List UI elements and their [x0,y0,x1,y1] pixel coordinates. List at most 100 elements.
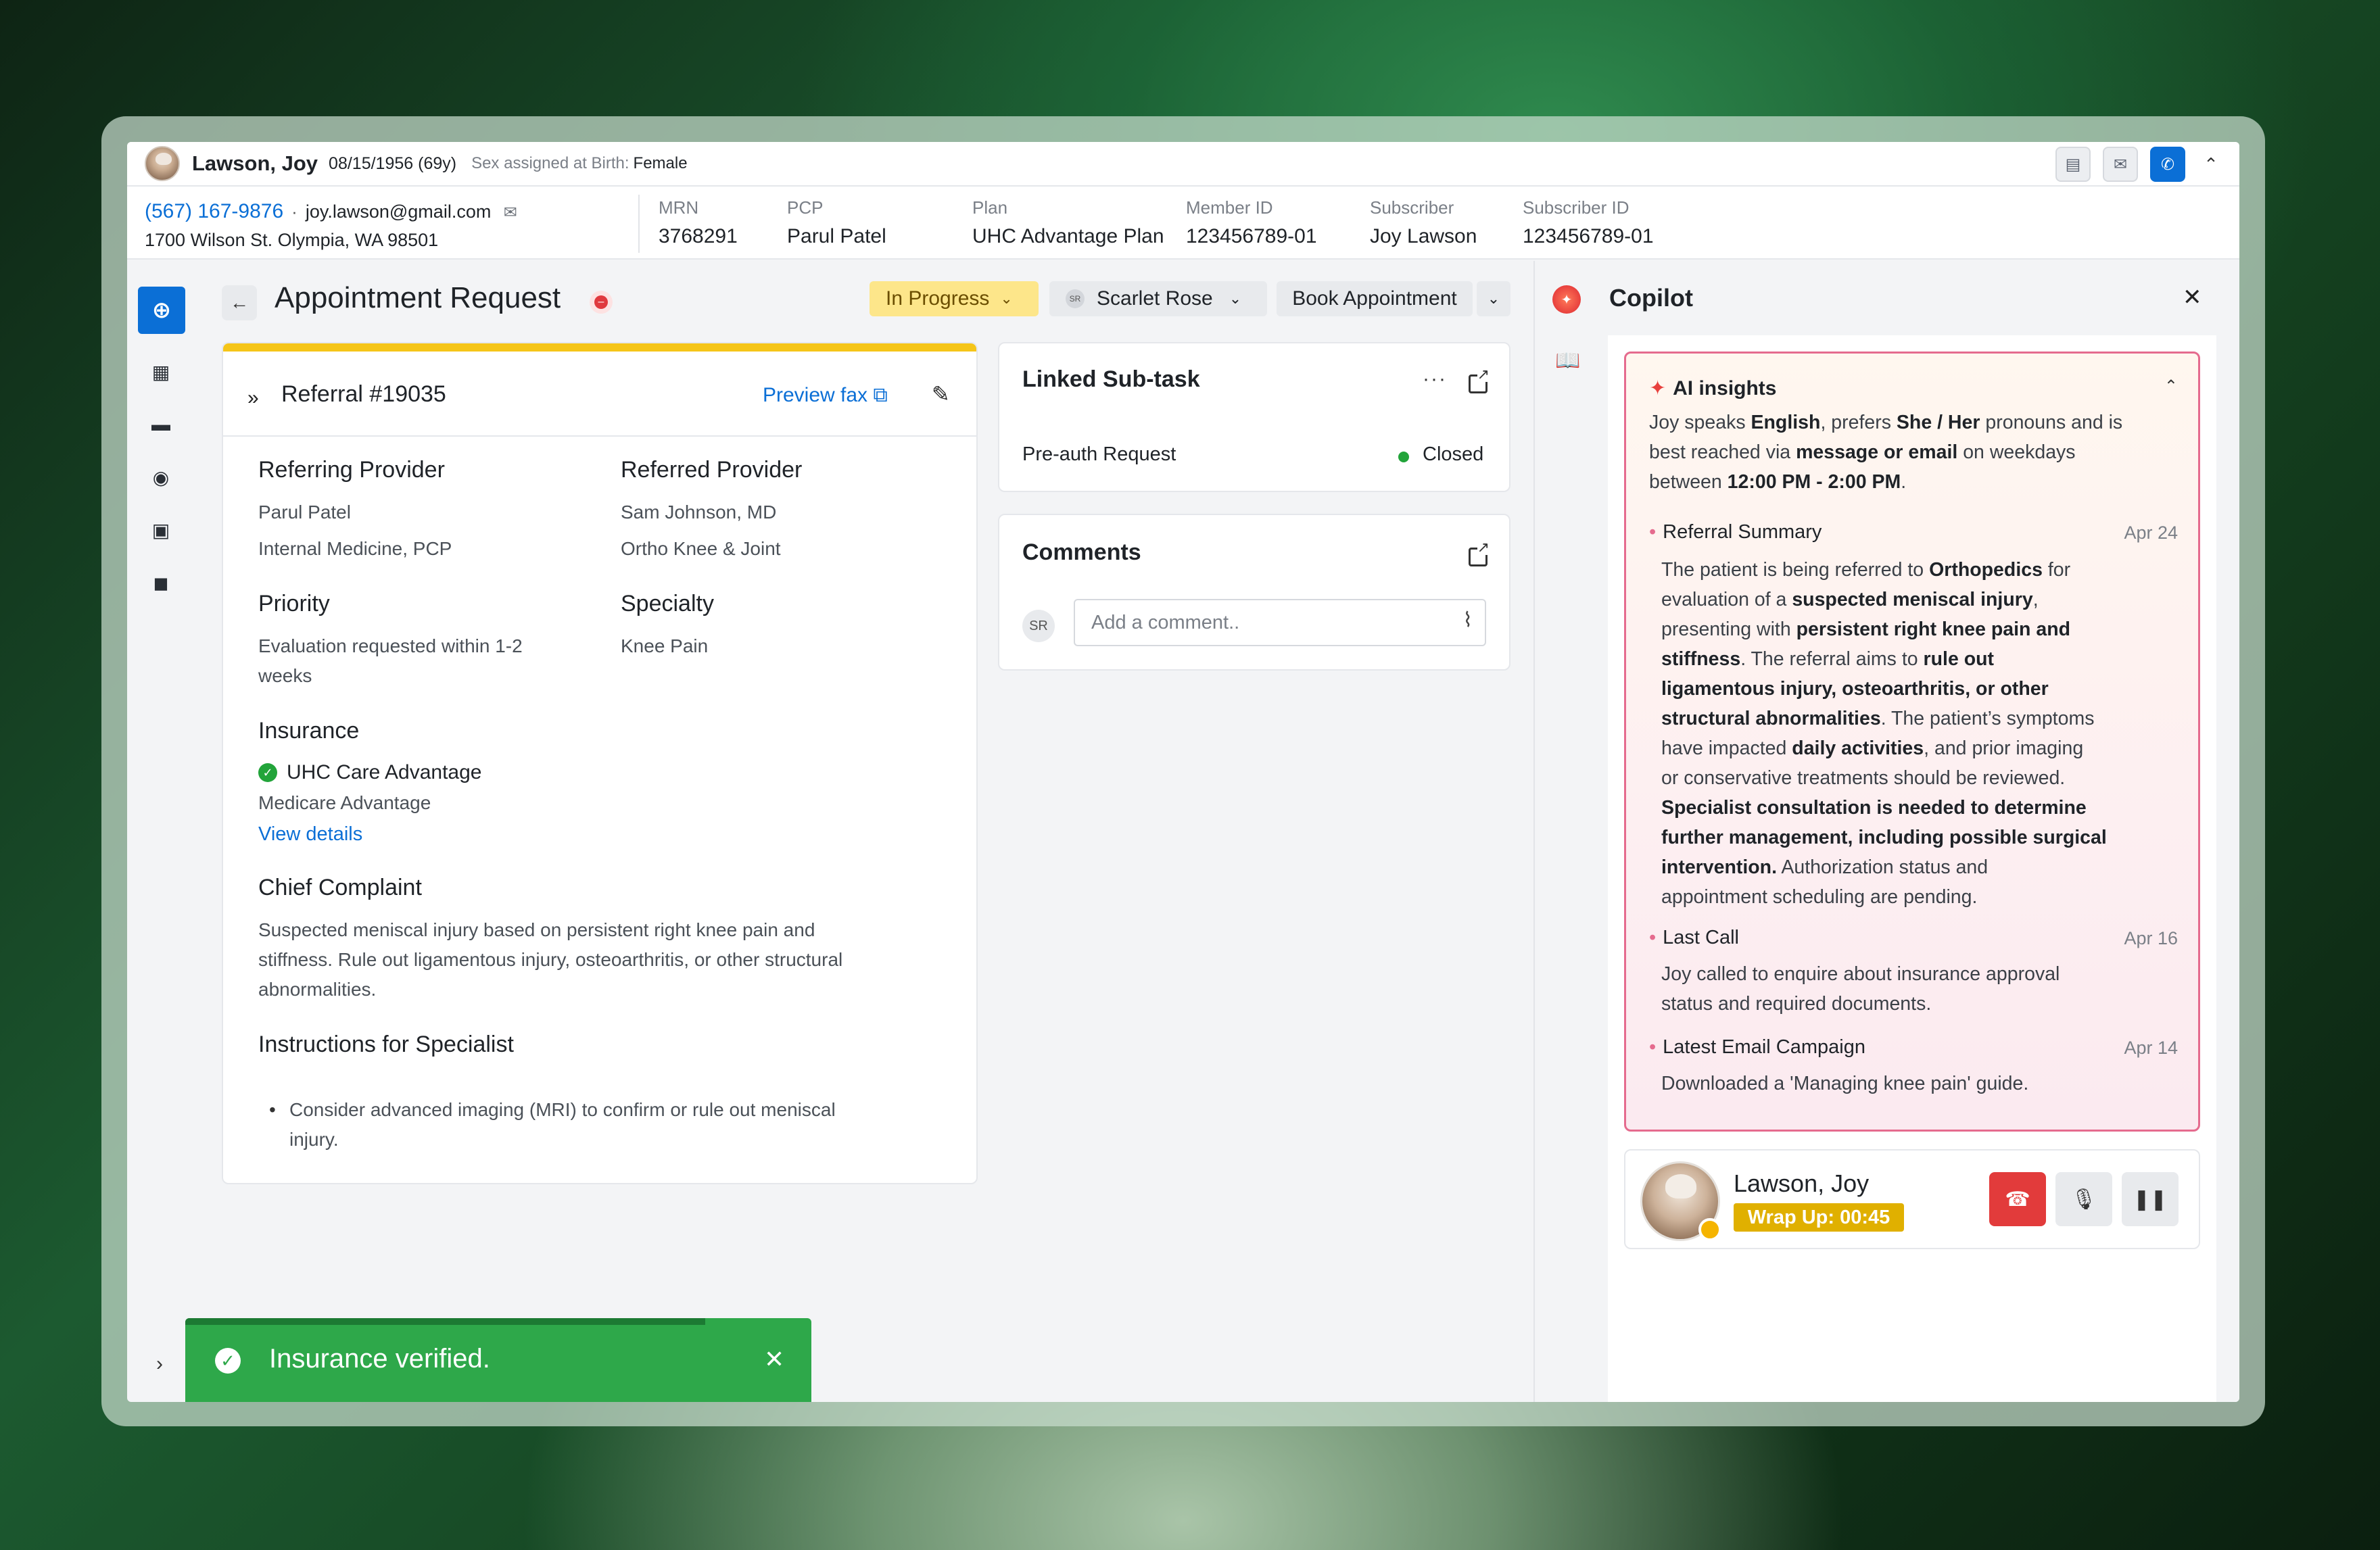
patient-header: Lawson, Joy 08/15/1956 (69y) Sex assigne… [127,142,2239,187]
knowledge-book-icon[interactable]: 📖 [1555,349,1580,372]
open-external-icon[interactable] [1469,367,1490,393]
tasks-nav[interactable]: ▦ [146,357,176,387]
collapse-header-button[interactable]: ⌃ [2197,147,2224,182]
assignee-dropdown[interactable]: SR Scarlet Rose ⌄ [1049,281,1267,316]
subtask-title: Linked Sub-task [1022,366,1200,392]
priority-line-2: weeks [258,665,312,686]
caller-name: Lawson, Joy [1734,1169,1870,1197]
hang-up-button[interactable]: ☎ [1989,1172,2046,1226]
ai-insights-card: ✦ AI insights ⌃ Joy speaks English, prefe… [1624,352,2200,1132]
assignee-avatar: SR [1066,289,1085,308]
patient-address: 1700 Wilson St. Olympia, WA 98501 [145,230,439,250]
chat-bubbles-icon: ◼ [153,572,169,594]
chevron-down-icon: ⌄ [1229,290,1242,307]
expand-icon[interactable]: » [247,387,259,410]
summary-line: evaluation of a suspected meniscal injur… [1661,589,2039,610]
attachment-icon[interactable]: ⌇ [1462,608,1473,632]
summary-line: stiffness. The referral aims to rule out [1661,648,1995,670]
patient-name: Lawson, Joy [192,151,318,175]
sex-label: Sex assigned at Birth: [471,154,629,172]
linked-subtask-card: Linked Sub-task ··· Pre-auth Request Clo… [998,342,1510,492]
minus-icon: – [594,295,608,309]
close-icon: ✕ [2183,285,2202,310]
insurance-row: ✓ UHC Care Advantage [258,761,482,784]
summary-line: further management, including possible s… [1661,827,2107,848]
chat-icon: ▤ [2065,155,2081,174]
microphone-icon: 🎙 [2070,1188,2097,1211]
summary-line: or conservative treatments should be rev… [1661,767,2066,789]
sex-value: Female [633,154,688,172]
referred-provider-name: Sam Johnson, MD [621,502,777,523]
more-icon[interactable]: ··· [1423,368,1447,391]
pause-icon: ❚❚ [2133,1188,2168,1211]
open-external-icon[interactable] [1469,540,1490,566]
clipboard-nav[interactable]: ▣ [146,515,176,545]
meta-mrn: MRN 3768291 [659,197,738,247]
summary-line: The patient is being referred to Orthope… [1661,559,2071,581]
referral-summary-text: The patient is being referred to Orthope… [1661,555,2107,912]
patient-email[interactable]: joy.lawson@gmail.com [306,201,492,222]
mute-button[interactable]: 🎙 [2055,1172,2112,1226]
insurance-type: Medicare Advantage [258,792,431,813]
chief-complaint-heading: Chief Complaint [258,875,422,900]
plus-icon: ⊕ [151,297,172,323]
messages-nav[interactable]: ◼ [146,568,176,598]
email-campaign-text: Downloaded a 'Managing knee pain' guide. [1661,1073,2029,1094]
tickets-nav[interactable]: ▬ [146,410,176,439]
contacts-nav[interactable]: ◉ [146,462,176,492]
hold-button[interactable]: ❚❚ [2122,1172,2179,1226]
chevron-down-icon: ⌄ [1000,290,1013,307]
book-options-button[interactable]: ⌄ [1477,281,1510,316]
ai-intro: Joy speaks English, prefers She / Her pr… [1649,412,2123,493]
email-button[interactable]: ✉ [2103,147,2138,182]
complaint-line-2: stiffness. Rule out ligamentous injury, … [258,949,843,970]
summary-line: intervention. Authorization status and [1661,856,1989,878]
comment-input[interactable]: Add a comment.. ⌇ [1074,599,1486,646]
check-circle-icon: ✓ [258,763,277,782]
book-appointment-button[interactable]: Book Appointment [1277,281,1473,316]
email-campaign-title: Latest Email Campaign [1649,1036,1865,1059]
edit-icon[interactable]: ✎ [932,381,950,407]
chevron-up-icon[interactable]: ⌃ [2164,377,2178,396]
toast-notification: ✓ Insurance verified. ✕ [185,1318,811,1402]
referred-provider-dept: Ortho Knee & Joint [621,538,781,559]
sparkle-icon: ✦ [1649,377,1667,399]
comments-title: Comments [1022,539,1141,565]
subtask-item[interactable]: Pre-auth Request [1022,443,1176,466]
expand-rail-button[interactable]: › [146,1351,173,1378]
view-details-link[interactable]: View details [258,823,362,846]
active-call-card: Lawson, Joy Wrap Up: 00:45 ☎ 🎙 ❚❚ [1624,1149,2200,1249]
patient-phone[interactable]: (567) 167-9876 [145,200,283,222]
referral-summary-title: Referral Summary [1649,521,1822,543]
toast-message: Insurance verified. [269,1344,490,1374]
mail-icon: ✉ [2113,155,2128,174]
ticket-icon: ▬ [151,414,170,435]
last-call-text: Joy called to enquire about insurance ap… [1661,963,2060,1015]
summary-line: structural abnormalities. The patient’s … [1661,708,2095,729]
back-button[interactable]: ← [222,285,257,320]
subtask-status: Closed [1423,443,1484,465]
chat-button[interactable]: ▤ [2055,147,2091,182]
create-button[interactable]: ⊕ [138,287,185,334]
arrow-left-icon: ← [230,292,249,313]
check-circle-icon: ✓ [215,1348,241,1374]
patient-avatar [145,146,180,181]
ai-insights-header[interactable]: ✦ AI insights [1649,377,1776,400]
close-toast-button[interactable]: ✕ [764,1345,784,1374]
copilot-logo-icon: ✦ [1552,285,1581,314]
specialty-heading: Specialty [621,591,714,616]
call-status-badge [1698,1218,1721,1241]
referral-summary-date: Apr 24 [2124,523,2178,543]
status-dropdown[interactable]: In Progress ⌄ [870,281,1039,316]
priority-line-1: Evaluation requested within 1-2 [258,635,523,656]
referral-title: Referral #19035 [281,381,446,407]
commenter-avatar: SR [1022,610,1055,642]
close-copilot-button[interactable]: ✕ [2183,284,2202,311]
specialty-value: Knee Pain [621,635,709,656]
referring-provider-dept: Internal Medicine, PCP [258,538,452,559]
phone-hangup-icon: ☎ [2005,1188,2030,1211]
call-button[interactable]: ✆ [2150,147,2185,182]
referral-header: » Referral #19035 Preview fax ⧉ ✎ [223,352,976,437]
mail-icon[interactable]: ✉ [504,203,517,222]
preview-fax-link[interactable]: Preview fax ⧉ [763,384,888,407]
